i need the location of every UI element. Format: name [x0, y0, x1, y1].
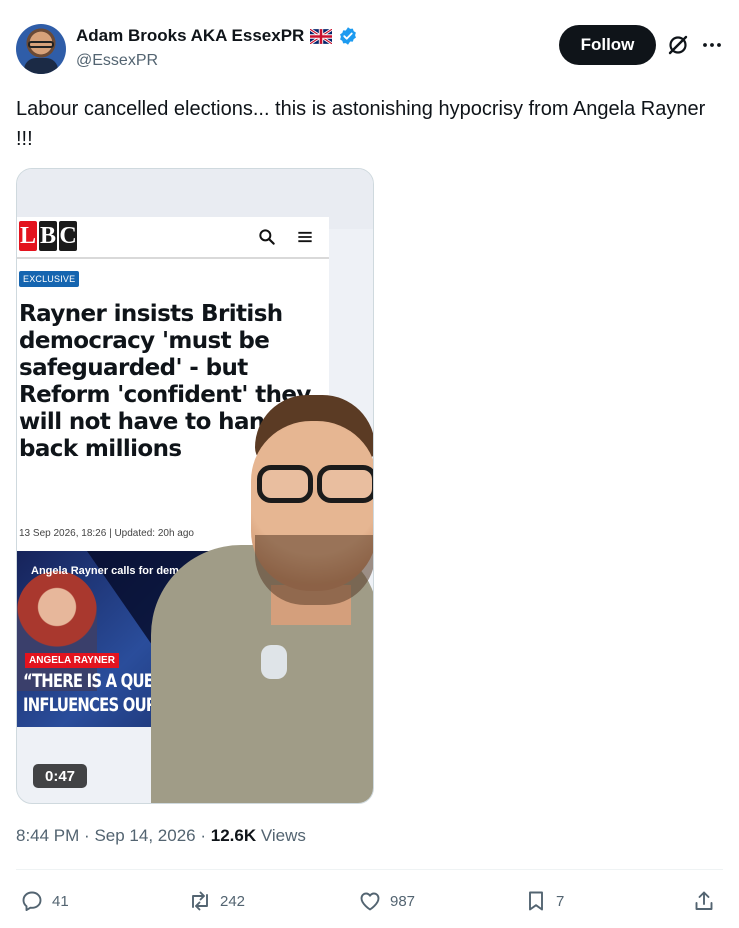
presenter-video-overlay [151, 395, 373, 803]
share-icon [695, 891, 713, 910]
grok-icon[interactable] [666, 33, 690, 57]
like-button[interactable]: 987 [358, 882, 415, 920]
uk-flag-icon [310, 28, 333, 44]
repost-button[interactable]: 242 [188, 882, 245, 920]
heart-icon [360, 892, 380, 911]
views-label: Views [260, 826, 306, 845]
reply-icon [22, 891, 42, 912]
repost-icon [192, 891, 208, 911]
like-count: 987 [390, 892, 416, 910]
bookmark-button[interactable]: 7 [524, 882, 564, 920]
speaker-name-tag: ANGELA RAYNER [25, 653, 119, 668]
video-duration-badge: 0:47 [33, 764, 87, 788]
tweet-meta: 8:44 PM · Sep 14, 2026 · 12.6K Views [16, 826, 306, 845]
video-media[interactable]: L B C EXCLUSIVE Rayner insists British d… [16, 168, 374, 804]
follow-button[interactable]: Follow [559, 25, 656, 65]
share-button[interactable] [692, 882, 716, 920]
bookmark-icon [529, 891, 543, 911]
bookmark-count: 7 [556, 892, 565, 910]
exclusive-badge: EXCLUSIVE [19, 271, 80, 287]
tweet-date[interactable]: Sep 14, 2026 [94, 826, 195, 845]
views-count[interactable]: 12.6K [211, 826, 256, 845]
author-handle[interactable]: @EssexPR [76, 52, 158, 70]
avatar[interactable] [16, 24, 66, 74]
lbc-header-bar: L B C [17, 217, 329, 259]
lbc-logo: L B C [19, 221, 77, 251]
repost-count: 242 [220, 892, 246, 910]
author-display-name[interactable]: Adam Brooks AKA EssexPR [76, 26, 304, 46]
action-bar: 41 242 987 7 [16, 882, 723, 920]
hamburger-menu-icon [298, 231, 312, 243]
tweet-time[interactable]: 8:44 PM [16, 826, 79, 845]
author-name-row[interactable]: Adam Brooks AKA EssexPR [76, 26, 358, 46]
search-icon [259, 229, 275, 245]
reply-count: 41 [52, 892, 69, 910]
reply-button[interactable]: 41 [20, 882, 69, 920]
tweet-text: Labour cancelled elections... this is as… [16, 98, 706, 150]
tweet-header: Adam Brooks AKA EssexPR @EssexPR Follow [16, 24, 723, 78]
more-options-icon[interactable] [700, 33, 724, 57]
verified-badge-icon[interactable] [338, 26, 358, 46]
divider [16, 869, 723, 870]
